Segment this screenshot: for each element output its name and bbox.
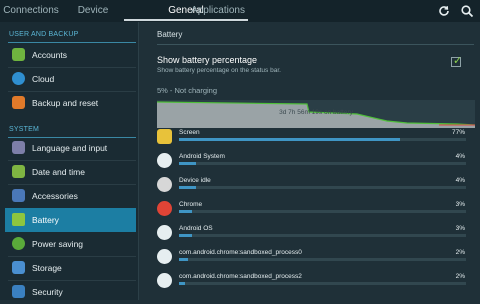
usage-bar-track (179, 258, 466, 261)
usage-row[interactable]: Device idle 4% (157, 175, 475, 199)
usage-bar-fill (179, 162, 196, 165)
usage-percent: 3% (455, 225, 465, 232)
usage-app-name: Chrome (179, 201, 203, 208)
sidebar-item-date-and-time[interactable]: Date and time (0, 160, 138, 184)
usage-percent: 4% (455, 153, 465, 160)
usage-bar-track (179, 282, 466, 285)
accessories-icon (12, 189, 25, 202)
usage-percent: 77% (451, 129, 465, 136)
sidebar-item-storage[interactable]: Storage (0, 256, 138, 280)
sidebar-item-cloud[interactable]: Cloud (0, 67, 138, 91)
usage-bar-track (179, 210, 466, 213)
checkmark-icon: ✓ (453, 54, 463, 67)
usage-percent: 2% (455, 273, 465, 280)
usage-bar-fill (179, 210, 192, 213)
sidebar-item-label: Accounts (32, 50, 67, 60)
sidebar-item-label: Language and input (32, 143, 108, 153)
usage-percent: 2% (455, 249, 465, 256)
usage-app-name: Android System (179, 153, 225, 160)
sidebar-item-label: Security (32, 287, 63, 297)
android-icon (157, 249, 172, 264)
active-tab-indicator (124, 19, 248, 21)
usage-app-name: Device idle (179, 177, 211, 184)
sidebar-item-label: Backup and reset (32, 98, 99, 108)
sidebar-item-accounts[interactable]: Accounts (0, 43, 138, 67)
divider (157, 44, 474, 45)
battery-history-graph[interactable]: 3d 7h 56m 19s on battery (157, 100, 475, 128)
android-icon (157, 273, 172, 288)
usage-row[interactable]: Android OS 3% (157, 223, 475, 247)
device-idle-icon (157, 177, 172, 192)
calendar-icon (12, 165, 25, 178)
usage-bar-fill (179, 258, 188, 261)
usage-bar-fill (179, 282, 185, 285)
chrome-icon (157, 201, 172, 216)
show-battery-percentage-title[interactable]: Show battery percentage (157, 55, 257, 65)
usage-percent: 4% (455, 177, 465, 184)
sidebar-item-label: Accessories (32, 191, 78, 201)
sidebar-item-label: Storage (32, 263, 62, 273)
usage-bar-fill (179, 138, 400, 141)
show-battery-percentage-subtitle: Show battery percentage on the status ba… (157, 67, 281, 74)
usage-bar-track (179, 162, 466, 165)
sidebar-item-battery[interactable]: Battery (5, 208, 136, 232)
screen-icon (157, 129, 172, 144)
power-saving-icon (12, 237, 25, 250)
refresh-icon[interactable] (437, 4, 451, 18)
battery-status: 5% - Not charging (157, 86, 218, 95)
sidebar-item-security[interactable]: Security (0, 280, 138, 304)
usage-bar-fill (179, 186, 196, 189)
key-icon (12, 48, 25, 61)
sidebar-item-language-and-input[interactable]: Language and input (0, 136, 138, 160)
show-battery-percentage-checkbox[interactable]: ✓ (451, 54, 463, 67)
usage-bar-track (179, 138, 466, 141)
usage-row[interactable]: com.android.chrome:sandboxed_process0 2% (157, 247, 475, 271)
usage-bar-track (179, 234, 466, 237)
sidebar-item-backup-and-reset[interactable]: Backup and reset (0, 91, 138, 115)
time-on-battery-label: 3d 7h 56m 19s on battery (279, 109, 353, 116)
cloud-icon (12, 72, 25, 85)
android-icon (157, 225, 172, 240)
backup-icon (12, 96, 25, 109)
sidebar-item-accessories[interactable]: Accessories (0, 184, 138, 208)
usage-app-name: Screen (179, 129, 200, 136)
android-icon (157, 153, 172, 168)
usage-row[interactable]: com.android.chrome:sandboxed_process2 2% (157, 271, 475, 295)
search-icon[interactable] (460, 4, 474, 18)
battery-panel: Battery Show battery percentage Show bat… (139, 22, 480, 300)
language-icon (12, 141, 25, 154)
section-header-user-and-backup: USER AND BACKUP (9, 31, 79, 38)
sidebar-item-label: Power saving (32, 239, 84, 249)
usage-row[interactable]: Android System 4% (157, 151, 475, 175)
page-title: Battery (157, 30, 183, 39)
sidebar-item-label: Cloud (32, 74, 55, 84)
sidebar-item-label: Date and time (32, 167, 85, 177)
usage-app-name: com.android.chrome:sandboxed_process2 (179, 273, 302, 280)
security-icon (12, 285, 25, 298)
sidebar-item-power-saving[interactable]: Power saving (0, 232, 138, 256)
battery-icon (12, 213, 25, 226)
usage-percent: 3% (455, 201, 465, 208)
settings-sidebar: USER AND BACKUP Accounts Cloud Backup an… (0, 22, 139, 300)
usage-bar-track (179, 186, 466, 189)
section-header-system: SYSTEM (9, 126, 39, 133)
usage-row[interactable]: Chrome 3% (157, 199, 475, 223)
tab-connections[interactable]: Connections (0, 0, 62, 22)
usage-row[interactable]: Screen 77% (157, 127, 475, 151)
top-tab-bar: Connections Device General Applications (0, 0, 480, 22)
sidebar-item-label: Battery (32, 215, 59, 225)
usage-app-name: com.android.chrome:sandboxed_process0 (179, 249, 302, 256)
usage-bar-fill (179, 234, 192, 237)
tab-device[interactable]: Device (62, 0, 124, 22)
storage-icon (12, 261, 25, 274)
usage-app-name: Android OS (179, 225, 213, 232)
